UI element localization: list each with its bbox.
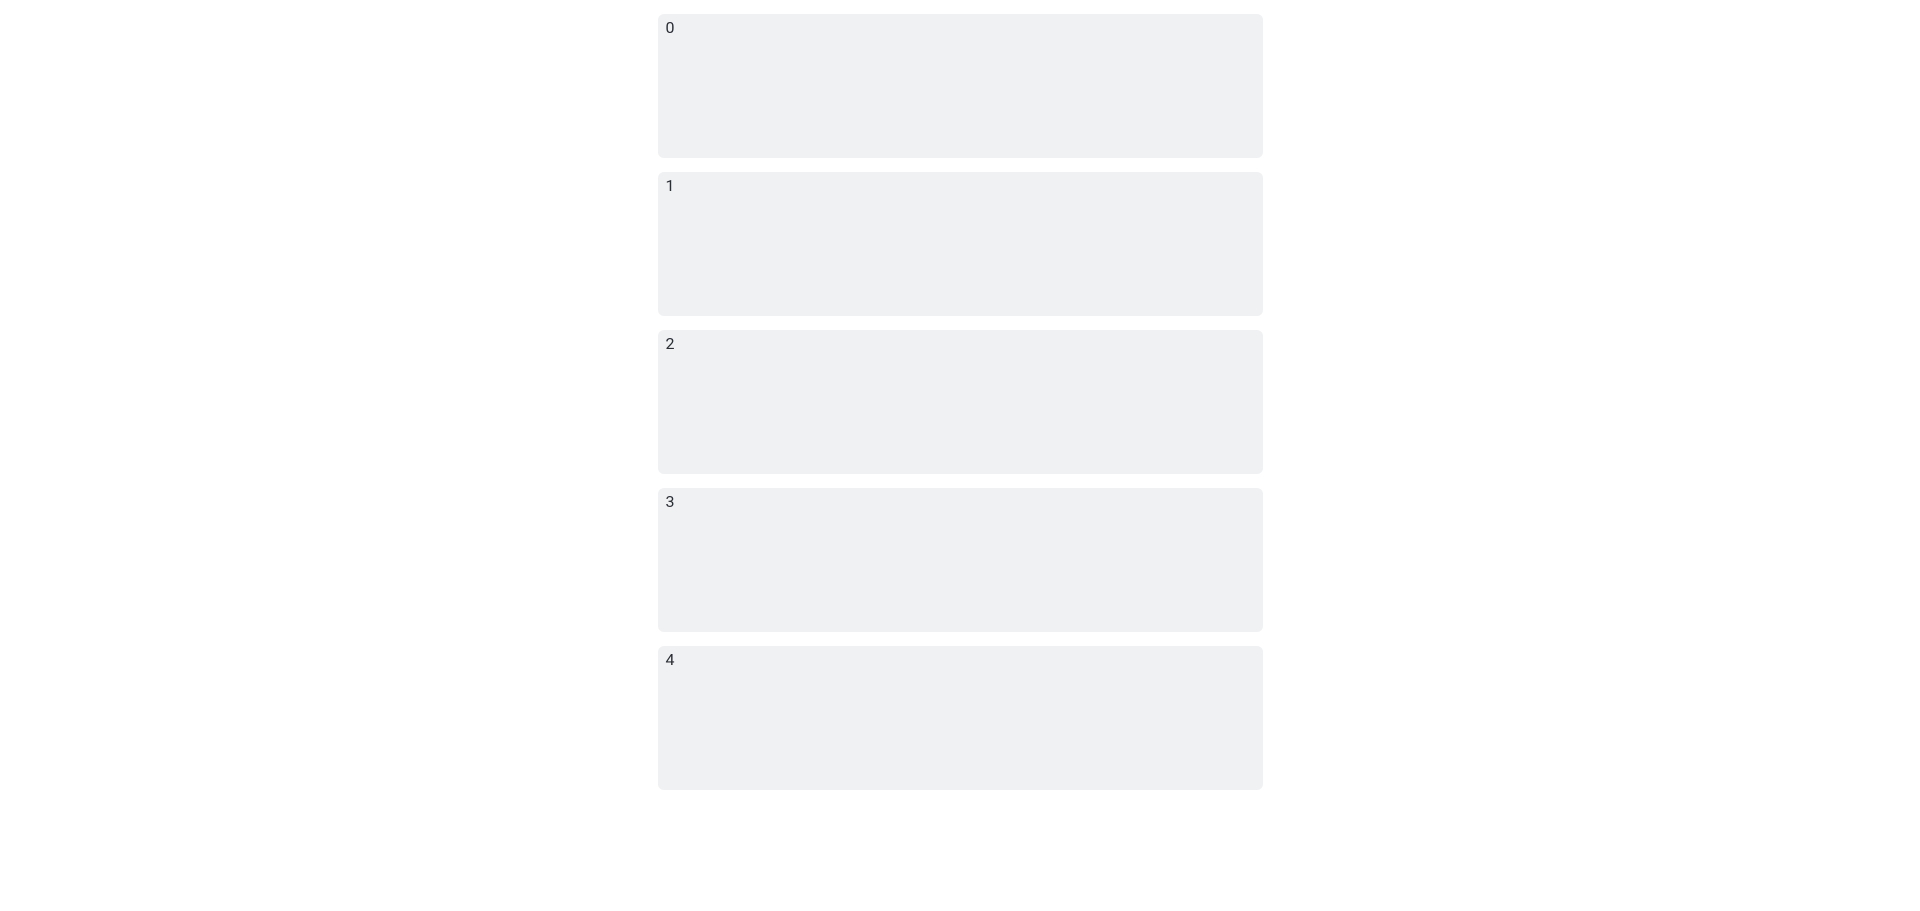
list-item-label: 3	[666, 492, 675, 511]
list-item-label: 0	[666, 18, 675, 37]
list-item[interactable]: 2	[658, 330, 1263, 474]
list-item[interactable]: 4	[658, 646, 1263, 790]
list-item[interactable]: 1	[658, 172, 1263, 316]
list-item-label: 2	[666, 334, 675, 353]
list-item[interactable]: 3	[658, 488, 1263, 632]
page-container: 0 1 2 3 4	[0, 0, 1920, 804]
card-list: 0 1 2 3 4	[658, 14, 1263, 790]
list-item-label: 4	[666, 650, 675, 669]
list-item[interactable]: 0	[658, 14, 1263, 158]
list-item-label: 1	[666, 176, 675, 195]
